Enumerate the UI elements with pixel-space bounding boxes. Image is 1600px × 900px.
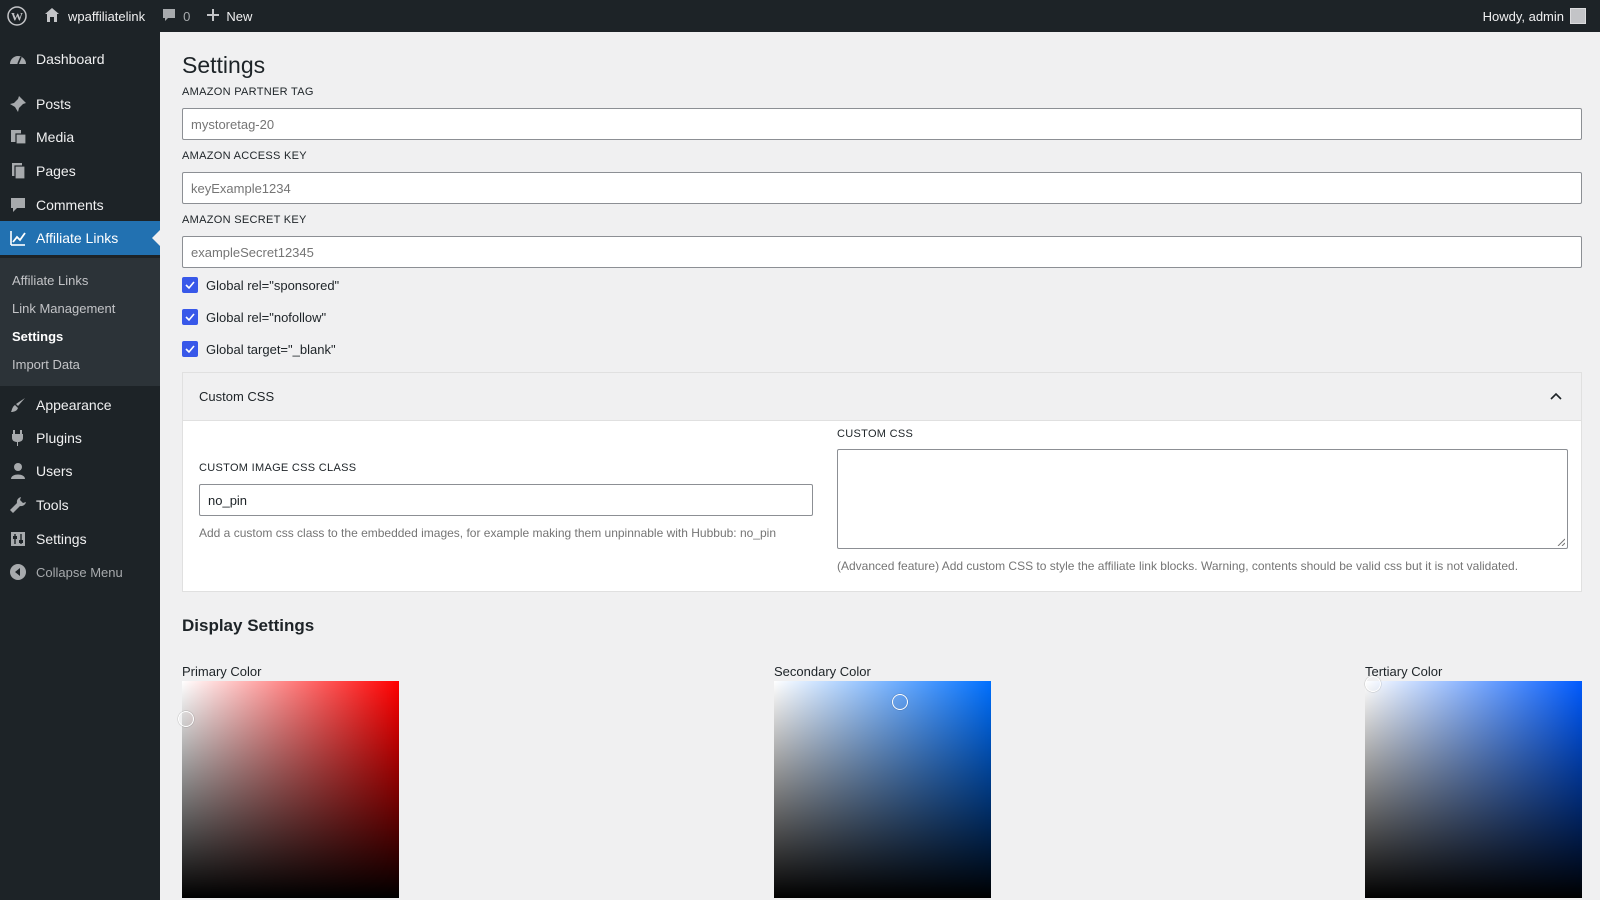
home-icon: [44, 7, 60, 26]
admin-sidebar: Dashboard Posts Media Pages Comments Aff…: [0, 32, 160, 900]
menu-item-dashboard[interactable]: Dashboard: [0, 42, 160, 76]
pages-icon: [0, 162, 36, 180]
primary-color-picker[interactable]: [178, 681, 399, 898]
menu-label: Media: [36, 129, 75, 145]
menu-label: Affiliate Links: [36, 230, 119, 246]
image-css-class-help: Add a custom css class to the embedded i…: [199, 526, 776, 540]
checkmark-icon: [185, 345, 195, 354]
custom-css-panel: Custom CSS CUSTOM IMAGE CSS CLASS Add a …: [182, 372, 1582, 592]
sponsored-checkbox-row: Global rel="sponsored": [182, 277, 339, 293]
nofollow-checkbox[interactable]: [182, 309, 198, 325]
dashboard-icon: [0, 50, 36, 68]
submenu-item-settings[interactable]: Settings: [0, 322, 160, 350]
target-blank-label: Global target="_blank": [206, 341, 336, 357]
my-account-link[interactable]: Howdy, admin: [1483, 0, 1586, 32]
settings-icon: [0, 530, 36, 548]
submenu-item-affiliate-links[interactable]: Affiliate Links: [0, 266, 160, 294]
paintbrush-icon: [0, 396, 36, 414]
page-title: Settings: [182, 52, 266, 78]
tertiary-color-handle[interactable]: [1365, 676, 1381, 692]
menu-label: Tools: [36, 497, 69, 513]
resize-grip-icon[interactable]: [1557, 538, 1565, 546]
chevron-up-icon: [1549, 389, 1563, 406]
menu-label: Users: [36, 463, 73, 479]
partner-tag-input[interactable]: [182, 108, 1582, 140]
pushpin-icon: [0, 95, 36, 113]
menu-item-appearance[interactable]: Appearance: [0, 388, 160, 422]
wrench-icon: [0, 496, 36, 514]
collapse-label: Collapse Menu: [36, 564, 123, 580]
media-icon: [0, 128, 36, 146]
access-key-label: AMAZON ACCESS KEY: [182, 150, 307, 162]
plugin-icon: [0, 429, 36, 447]
menu-item-comments[interactable]: Comments: [0, 188, 160, 222]
nofollow-label: Global rel="nofollow": [206, 309, 327, 325]
menu-label: Plugins: [36, 430, 82, 446]
collapse-arrow-icon: [0, 563, 36, 581]
comment-icon: [0, 196, 36, 214]
target-blank-checkbox-row: Global target="_blank": [182, 341, 336, 357]
custom-css-textarea[interactable]: [837, 449, 1568, 549]
image-css-class-input[interactable]: [199, 484, 813, 516]
menu-item-media[interactable]: Media: [0, 120, 160, 154]
target-blank-checkbox[interactable]: [182, 341, 198, 357]
checkmark-icon: [185, 313, 195, 322]
site-name-link[interactable]: wpaffiliatelink: [36, 0, 153, 32]
menu-item-plugins[interactable]: Plugins: [0, 421, 160, 455]
submenu-item-import-data[interactable]: Import Data: [0, 350, 160, 378]
menu-item-settings[interactable]: Settings: [0, 522, 160, 556]
partner-tag-label: AMAZON PARTNER TAG: [182, 86, 314, 98]
custom-css-panel-toggle[interactable]: Custom CSS: [183, 373, 1581, 421]
chart-line-icon: [0, 229, 36, 247]
panel-title: Custom CSS: [199, 389, 275, 404]
menu-item-users[interactable]: Users: [0, 454, 160, 488]
greeting: Howdy, admin: [1482, 8, 1564, 24]
nofollow-checkbox-row: Global rel="nofollow": [182, 309, 326, 325]
display-settings-title: Display Settings: [182, 616, 315, 635]
plus-icon: [206, 8, 220, 25]
secondary-color-label: Secondary Color: [774, 664, 871, 679]
new-content-link[interactable]: New: [198, 0, 260, 32]
menu-label: Comments: [36, 197, 104, 213]
collapse-menu-button[interactable]: Collapse Menu: [0, 555, 160, 589]
tertiary-color-picker[interactable]: [1365, 676, 1582, 898]
comments-link[interactable]: 0: [153, 0, 198, 32]
secondary-color-handle[interactable]: [892, 694, 908, 710]
menu-label: Posts: [36, 96, 72, 112]
menu-label: Dashboard: [36, 51, 105, 67]
menu-label: Pages: [36, 163, 76, 179]
menu-label: Settings: [36, 531, 87, 547]
secret-key-input[interactable]: [182, 236, 1582, 268]
new-label: New: [226, 8, 253, 24]
comment-icon: [161, 7, 177, 26]
sponsored-label: Global rel="sponsored": [206, 277, 340, 293]
custom-css-label: CUSTOM CSS: [837, 428, 914, 440]
comments-count: 0: [183, 8, 191, 24]
menu-item-affiliate-links[interactable]: Affiliate Links: [0, 221, 160, 255]
submenu-item-link-management[interactable]: Link Management: [0, 294, 160, 322]
sponsored-checkbox[interactable]: [182, 277, 198, 293]
avatar: [1570, 8, 1586, 24]
image-css-class-label: CUSTOM IMAGE CSS CLASS: [199, 462, 357, 474]
menu-item-pages[interactable]: Pages: [0, 154, 160, 188]
menu-item-tools[interactable]: Tools: [0, 488, 160, 522]
svg-text:W: W: [11, 10, 23, 24]
menu-label: Appearance: [36, 397, 112, 413]
admin-bar: W wpaffiliatelink 0 New Howdy, admin: [0, 0, 1600, 32]
secret-key-label: AMAZON SECRET KEY: [182, 214, 307, 226]
wordpress-logo-icon[interactable]: W: [0, 0, 36, 32]
access-key-input[interactable]: [182, 172, 1582, 204]
secondary-color-picker[interactable]: [774, 681, 991, 898]
affiliate-links-submenu: Affiliate Links Link Management Settings…: [0, 258, 160, 386]
custom-css-help: (Advanced feature) Add custom CSS to sty…: [837, 559, 1519, 573]
site-name: wpaffiliatelink: [68, 8, 146, 24]
user-icon: [0, 462, 36, 480]
primary-color-handle[interactable]: [178, 711, 194, 727]
checkmark-icon: [185, 281, 195, 290]
primary-color-label: Primary Color: [182, 664, 262, 679]
menu-item-posts[interactable]: Posts: [0, 87, 160, 121]
